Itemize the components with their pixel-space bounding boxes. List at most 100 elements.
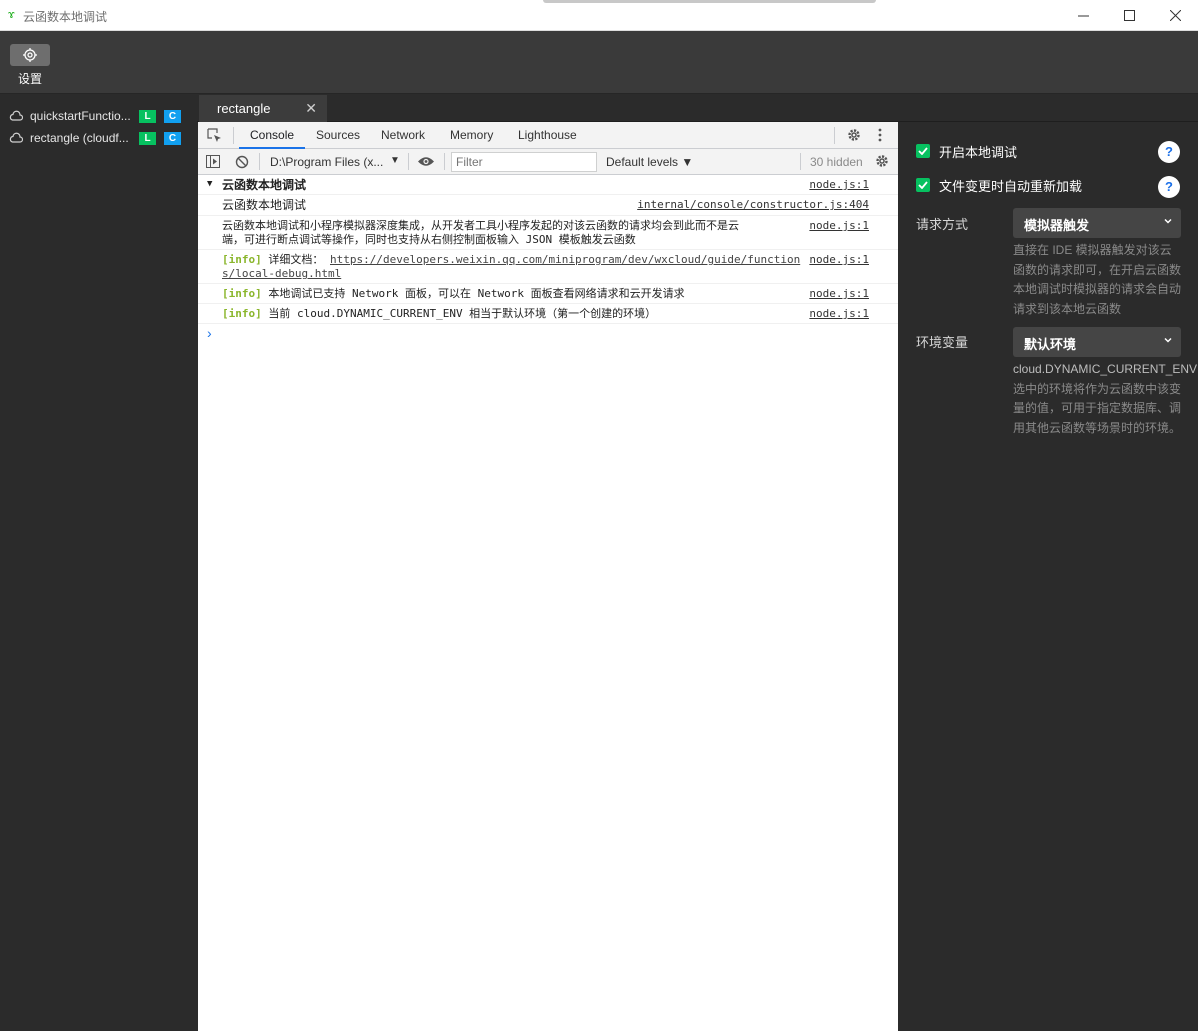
tab-strip: rectangle ✕ bbox=[197, 95, 1198, 122]
log-body: 当前 cloud.DYNAMIC_CURRENT_ENV 相当于默认环境（第一个… bbox=[268, 307, 657, 320]
sidebar-toggle-icon[interactable] bbox=[206, 155, 220, 168]
tab-lighthouse[interactable]: Lighthouse bbox=[518, 122, 577, 149]
docs-link-cont[interactable]: s/local-debug.html bbox=[222, 267, 341, 280]
console-output: ▼ 云函数本地调试 node.js:1 云函数本地调试 internal/con… bbox=[198, 175, 898, 344]
tab-console[interactable]: Console bbox=[239, 122, 306, 149]
console-prompt-row[interactable]: › bbox=[198, 324, 898, 344]
source-link[interactable]: internal/console/constructor.js:404 bbox=[637, 198, 869, 211]
info-tag: [info] bbox=[222, 287, 262, 300]
tab-sources[interactable]: Sources bbox=[316, 122, 360, 149]
function-list: quickstartFunctio... L C rectangle (clou… bbox=[0, 95, 197, 1031]
checkbox-checked-icon bbox=[916, 178, 930, 192]
docs-link[interactable]: https://developers.weixin.qq.com/minipro… bbox=[330, 253, 800, 266]
log-prefix: 详细文档： bbox=[268, 253, 324, 266]
tab-label: rectangle bbox=[217, 101, 271, 116]
source-link[interactable]: node.js:1 bbox=[809, 253, 869, 266]
separator bbox=[444, 153, 445, 170]
separator bbox=[800, 153, 801, 170]
help-icon[interactable]: ? bbox=[1158, 141, 1180, 163]
log-text: [info] 本地调试已支持 Network 面板，可以在 Network 面板… bbox=[222, 287, 802, 301]
log-body: 本地调试已支持 Network 面板，可以在 Network 面板查看网络请求和… bbox=[268, 287, 685, 300]
console-group-row[interactable]: ▼ 云函数本地调试 node.js:1 bbox=[198, 175, 898, 195]
function-item-quickstart[interactable]: quickstartFunctio... L C bbox=[0, 105, 197, 127]
console-settings-gear-icon[interactable] bbox=[874, 153, 890, 169]
enable-local-debug-checkbox[interactable]: 开启本地调试 bbox=[916, 142, 1017, 160]
source-link[interactable]: node.js:1 bbox=[809, 178, 869, 191]
console-row: [info] 详细文档： https://developers.weixin.q… bbox=[198, 250, 898, 284]
cloud-badge: C bbox=[164, 109, 181, 123]
source-link[interactable]: node.js:1 bbox=[809, 307, 869, 320]
log-text: 云函数本地调试和小程序模拟器深度集成，从开发者工具小程序发起的对该云函数的请求均… bbox=[222, 219, 792, 247]
request-method-label: 请求方式 bbox=[916, 217, 969, 232]
console-row: 云函数本地调试和小程序模拟器深度集成，从开发者工具小程序发起的对该云函数的请求均… bbox=[198, 216, 898, 250]
settings-label: 设置 bbox=[17, 72, 42, 86]
tab-rectangle[interactable]: rectangle ✕ bbox=[199, 95, 327, 122]
expand-triangle-icon[interactable]: ▼ bbox=[207, 179, 212, 189]
auto-reload-checkbox[interactable]: 文件变更时自动重新加载 bbox=[916, 176, 1082, 194]
function-name: rectangle (cloudf... bbox=[30, 131, 129, 145]
group-title: 云函数本地调试 bbox=[222, 178, 307, 192]
main-toolbar: 设置 bbox=[0, 31, 1198, 94]
help-icon[interactable]: ? bbox=[1158, 176, 1180, 198]
close-button[interactable] bbox=[1152, 0, 1198, 31]
devtools-settings-gear-icon[interactable] bbox=[846, 127, 862, 143]
separator bbox=[408, 153, 409, 170]
log-text: [info] 当前 cloud.DYNAMIC_CURRENT_ENV 相当于默… bbox=[222, 307, 802, 321]
debug-control-panel: 开启本地调试 ? 文件变更时自动重新加载 ? 请求方式 模拟器触发 直接在 ID… bbox=[899, 122, 1198, 1031]
more-options-icon[interactable] bbox=[878, 128, 882, 142]
env-var-label: 环境变量 bbox=[916, 335, 969, 350]
cloud-icon bbox=[9, 132, 23, 143]
env-value: 默认环境 bbox=[1024, 337, 1077, 352]
context-label: D:\Program Files (x... bbox=[270, 155, 384, 169]
local-badge: L bbox=[139, 131, 156, 145]
minimize-icon bbox=[1077, 15, 1089, 17]
source-link[interactable]: node.js:1 bbox=[809, 287, 869, 300]
minimize-button[interactable] bbox=[1060, 0, 1106, 31]
env-desc-text: 选中的环境将作为云函数中该变量的值，可用于指定数据库、调用其他云函数等场景时的环… bbox=[1013, 381, 1182, 435]
tab-network[interactable]: Network bbox=[381, 122, 425, 149]
settings-button[interactable]: 设置 bbox=[10, 44, 50, 96]
devtools-panel: Console Sources Network Memory Lighthous… bbox=[198, 122, 898, 1031]
function-name: quickstartFunctio... bbox=[30, 109, 131, 123]
gear-icon bbox=[23, 48, 37, 62]
maximize-button[interactable] bbox=[1106, 0, 1152, 31]
request-method-description: 直接在 IDE 模拟器触发对该云函数的请求即可，在开启云函数本地调试时模拟器的请… bbox=[1013, 243, 1182, 316]
cloud-badge: C bbox=[164, 131, 181, 145]
title-highlight bbox=[543, 0, 876, 3]
separator bbox=[834, 127, 835, 144]
function-item-rectangle[interactable]: rectangle (cloudf... L C bbox=[0, 127, 197, 149]
settings-icon-wrap bbox=[10, 44, 50, 66]
inspect-element-icon[interactable] bbox=[207, 128, 222, 143]
separator bbox=[259, 153, 260, 170]
info-tag: [info] bbox=[222, 307, 262, 320]
cloud-icon bbox=[9, 110, 23, 121]
local-badge: L bbox=[139, 109, 156, 123]
clear-console-icon[interactable] bbox=[235, 155, 249, 169]
request-method-value: 模拟器触发 bbox=[1024, 218, 1090, 233]
live-expression-eye-icon[interactable] bbox=[417, 156, 435, 167]
source-link[interactable]: node.js:1 bbox=[809, 219, 869, 232]
request-method-select[interactable]: 模拟器触发 bbox=[1013, 208, 1181, 238]
enable-local-debug-label: 开启本地调试 bbox=[939, 144, 1018, 160]
maximize-icon bbox=[1123, 10, 1135, 21]
info-tag: [info] bbox=[222, 253, 262, 266]
context-selector[interactable]: D:\Program Files (x... ▼ bbox=[270, 155, 400, 169]
separator bbox=[233, 127, 234, 144]
window-title: 云函数本地调试 bbox=[23, 10, 108, 24]
console-toolbar: D:\Program Files (x... ▼ Default levels … bbox=[198, 149, 898, 175]
prompt-chevron-icon: › bbox=[207, 325, 212, 341]
tab-memory[interactable]: Memory bbox=[450, 122, 493, 149]
app-logo-icon: ɤ bbox=[8, 9, 15, 21]
close-tab-icon[interactable]: ✕ bbox=[305, 100, 317, 117]
env-code: cloud.DYNAMIC_CURRENT_ENV bbox=[1013, 362, 1198, 376]
hidden-count: 30 hidden bbox=[810, 155, 863, 169]
console-filter-input[interactable] bbox=[451, 152, 597, 172]
env-select[interactable]: 默认环境 bbox=[1013, 327, 1181, 357]
chevron-down-icon bbox=[1164, 337, 1172, 343]
devtools-tab-bar: Console Sources Network Memory Lighthous… bbox=[198, 122, 898, 149]
log-levels-dropdown[interactable]: Default levels ▼ bbox=[606, 155, 693, 169]
console-row: [info] 当前 cloud.DYNAMIC_CURRENT_ENV 相当于默… bbox=[198, 304, 898, 324]
close-icon bbox=[1169, 10, 1181, 21]
log-text: [info] 详细文档： https://developers.weixin.q… bbox=[222, 253, 802, 281]
env-var-description: cloud.DYNAMIC_CURRENT_ENV 选中的环境将作为云函数中该变… bbox=[1013, 360, 1197, 438]
